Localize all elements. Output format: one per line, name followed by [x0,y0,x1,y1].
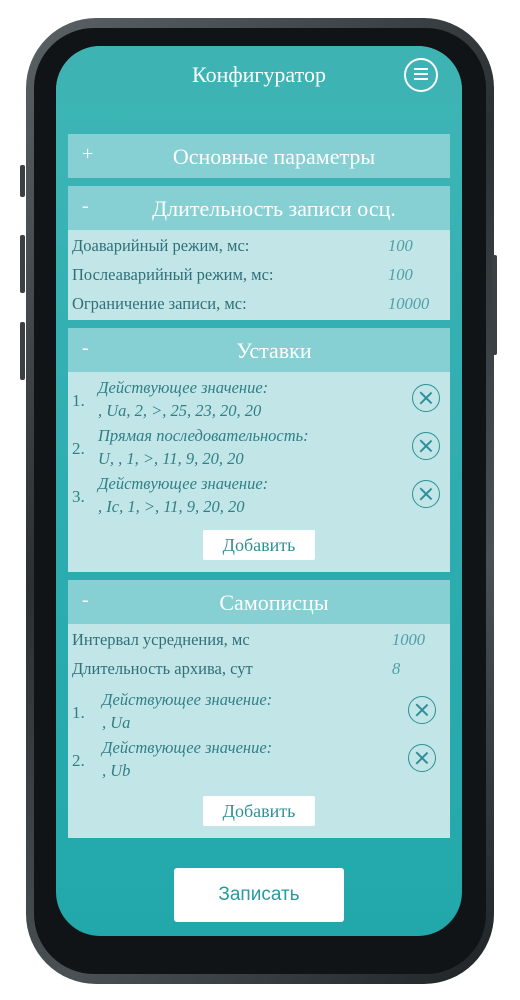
collapse-icon: - [82,337,89,359]
collapse-icon: - [82,589,89,611]
item-title: Действующее значение: [102,738,273,757]
expand-icon: + [82,143,94,165]
item-number: 1. [72,391,85,410]
param-row: Интервал усреднения, мс 1000 [72,630,446,656]
item-details: , Ua, 2, >, 25, 23, 20, 20 [98,401,262,420]
param-label: Послеаварийный режим, мс: [72,265,274,284]
item-number: 1. [72,703,85,722]
item-number: 2. [72,751,85,770]
remove-icon[interactable] [412,432,440,460]
item-details: U, , 1, >, 11, 9, 20, 20 [98,449,244,468]
menu-icon[interactable] [404,58,438,92]
section-settings-header[interactable]: - Уставки [68,328,450,372]
list-item: 1. Действующее значение: , Ua, 2, >, 25,… [68,378,450,426]
item-title: Действующее значение: [98,378,269,397]
list-item: 2. Действующее значение: , Ub [68,738,450,786]
param-value[interactable]: 100 [388,265,413,285]
param-value[interactable]: 1000 [392,630,425,650]
section-recorders-header[interactable]: - Самописцы [68,580,450,624]
item-details: , Ua [102,713,131,732]
param-label: Ограничение записи, мс: [72,294,247,313]
list-item: 2. Прямая последовательность: U, , 1, >,… [68,426,450,474]
remove-icon[interactable] [408,744,436,772]
write-button[interactable]: Записать [174,868,344,922]
item-number: 3. [72,487,85,506]
section-basic-header[interactable]: + Основные параметры [68,134,450,178]
section-duration-header[interactable]: - Длительность записи осц. [68,186,450,230]
phone-side-button [492,255,497,355]
app-screen: Конфигуратор + Основные параметры - Длит… [56,46,462,936]
param-row: Ограничение записи, мс: 10000 [72,294,446,320]
phone-side-button [20,235,25,293]
section-duration-body: Доаварийный режим, мс: 100 Послеаварийны… [68,230,450,320]
item-number: 2. [72,439,85,458]
param-label: Длительность архива, сут [72,659,253,678]
param-value[interactable]: 100 [388,236,413,256]
param-value[interactable]: 8 [392,659,400,679]
list-item: 1. Действующее значение: , Ua [68,690,450,738]
collapse-icon: - [82,195,89,217]
add-setting-button[interactable]: Добавить [203,530,315,560]
item-title: Действующее значение: [102,690,273,709]
list-item: 3. Действующее значение: , Ic, 1, >, 11,… [68,474,450,522]
add-recorder-button[interactable]: Добавить [203,796,315,826]
item-details: , Ub [102,761,131,780]
param-label: Доаварийный режим, мс: [72,236,250,255]
param-label: Интервал усреднения, мс [72,630,250,649]
remove-icon[interactable] [412,480,440,508]
header: Конфигуратор [56,46,462,104]
section-settings-body: 1. Действующее значение: , Ua, 2, >, 25,… [68,372,450,572]
phone-side-button [20,322,25,380]
param-row: Послеаварийный режим, мс: 100 [72,265,446,291]
remove-icon[interactable] [412,384,440,412]
param-value[interactable]: 10000 [388,294,429,314]
item-details: , Ic, 1, >, 11, 9, 20, 20 [98,497,245,516]
item-title: Действующее значение: [98,474,269,493]
param-row: Длительность архива, сут 8 [72,659,446,685]
remove-icon[interactable] [408,696,436,724]
param-row: Доаварийный режим, мс: 100 [72,236,446,262]
item-title: Прямая последовательность: [98,426,309,445]
section-recorders-body: Интервал усреднения, мс 1000 Длительност… [68,624,450,838]
page-title: Конфигуратор [192,62,326,87]
phone-side-button [20,165,25,197]
section-title: Уставки [236,338,312,363]
section-title: Длительность записи осц. [152,196,396,221]
section-title: Самописцы [219,590,329,615]
section-title: Основные параметры [172,144,376,169]
